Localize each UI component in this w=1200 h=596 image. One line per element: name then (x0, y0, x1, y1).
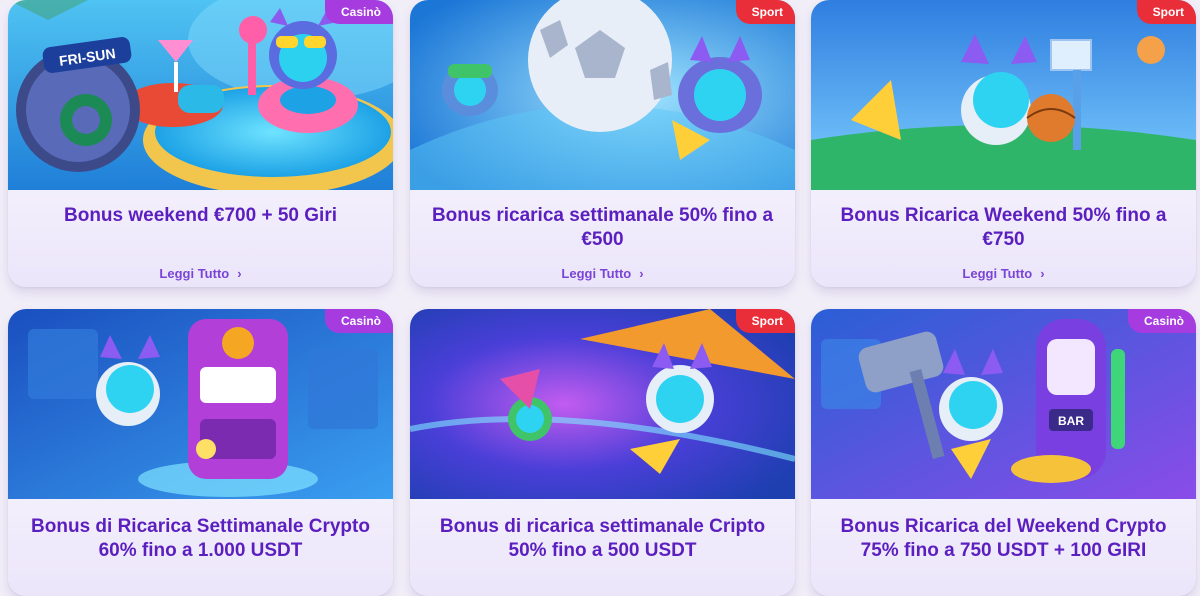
chevron-right-icon: › (1040, 266, 1045, 281)
promo-image-soccer-robot[interactable] (410, 0, 795, 190)
read-more-link[interactable]: Leggi Tutto › (811, 266, 1196, 281)
category-badge: Casinò (324, 0, 393, 24)
promotions-grid: FRI-SUN Casinò Bonus weekend €700 + 50 G… (0, 0, 1200, 596)
chevron-right-icon: › (639, 266, 644, 281)
promo-title: Bonus di Ricarica Settimanale Crypto 60%… (31, 516, 370, 561)
bar-symbol: BAR (1058, 414, 1084, 428)
category-badge: Casinò (324, 309, 393, 333)
category-badge: Sport (735, 0, 795, 24)
promo-image-slot-machine[interactable] (8, 309, 393, 499)
promo-title: Bonus weekend €700 + 50 Giri (64, 205, 337, 226)
read-more-label: Leggi Tutto (962, 266, 1033, 281)
promo-image-basketball-robot[interactable] (811, 0, 1196, 190)
promo-title: Bonus Ricarica Weekend 50% fino a €750 (840, 205, 1167, 250)
promo-image-hammer-robot[interactable]: BAR (811, 309, 1196, 499)
promo-card-weekend-sport[interactable]: Sport Bonus Ricarica Weekend 50% fino a … (811, 0, 1196, 287)
read-more-label: Leggi Tutto (159, 266, 230, 281)
promo-title: Bonus Ricarica del Weekend Crypto 75% fi… (840, 516, 1167, 561)
category-badge: Sport (735, 309, 795, 333)
promo-image-pool-robot[interactable]: FRI-SUN (8, 0, 393, 190)
category-badge: Casinò (1127, 309, 1196, 333)
read-more-link[interactable]: Leggi Tutto › (8, 266, 393, 281)
promo-title: Bonus ricarica settimanale 50% fino a €5… (431, 205, 774, 250)
promo-card-crypto-sport[interactable]: Sport Bonus di ricarica settimanale Crip… (410, 309, 795, 596)
promo-card-crypto-weekend-casino[interactable]: BAR Casinò Bonus Ricarica del Weekend Cr… (811, 309, 1196, 596)
read-more-link[interactable]: Leggi Tutto › (410, 266, 795, 281)
promo-card-weekly-sport[interactable]: Sport Bonus ricarica settimanale 50% fin… (410, 0, 795, 287)
promo-image-hang-glider[interactable] (410, 309, 795, 499)
promo-title: Bonus di ricarica settimanale Cripto 50%… (439, 516, 766, 561)
chevron-right-icon: › (237, 266, 242, 281)
promo-card-crypto-casino[interactable]: Casinò Bonus di Ricarica Settimanale Cry… (8, 309, 393, 596)
promo-card-weekend-casino[interactable]: FRI-SUN Casinò Bonus weekend €700 + 50 G… (8, 0, 393, 287)
category-badge: Sport (1136, 0, 1196, 24)
read-more-label: Leggi Tutto (561, 266, 632, 281)
